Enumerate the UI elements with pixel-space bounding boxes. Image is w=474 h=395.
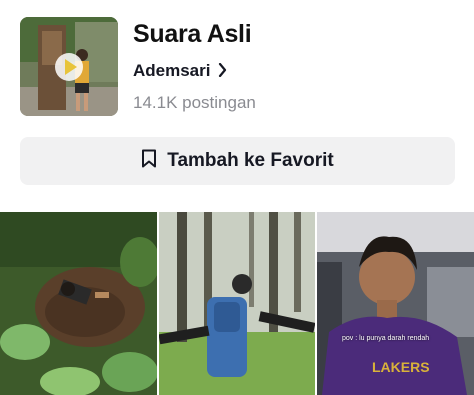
play-icon[interactable] xyxy=(55,53,83,81)
video-caption: pov : lu punya darah rendah xyxy=(342,335,430,342)
video-thumbnail-image xyxy=(159,212,315,395)
video-grid: LAKERS pov : lu punya darah rendah xyxy=(0,212,474,395)
sound-title: Suara Asli xyxy=(133,20,252,48)
video-thumbnail-image: LAKERS xyxy=(317,212,474,395)
add-to-favorites-button[interactable]: Tambah ke Favorit xyxy=(20,137,455,185)
sound-cover-image[interactable] xyxy=(20,17,118,116)
bookmark-icon xyxy=(141,149,157,173)
video-thumbnail[interactable] xyxy=(159,212,315,395)
svg-text:LAKERS: LAKERS xyxy=(372,359,430,375)
video-thumbnail[interactable] xyxy=(0,212,157,395)
sound-author-link[interactable]: Ademsari xyxy=(133,61,227,81)
video-thumbnail[interactable]: LAKERS pov : lu punya darah rendah xyxy=(317,212,474,395)
chevron-right-icon xyxy=(218,62,227,80)
post-count: 14.1K postingan xyxy=(133,93,256,112)
sound-header: Suara Asli Ademsari 14.1K postingan xyxy=(0,0,474,130)
author-name: Ademsari xyxy=(133,61,211,80)
video-thumbnail-image xyxy=(0,212,157,395)
add-to-favorites-label: Tambah ke Favorit xyxy=(167,150,334,171)
